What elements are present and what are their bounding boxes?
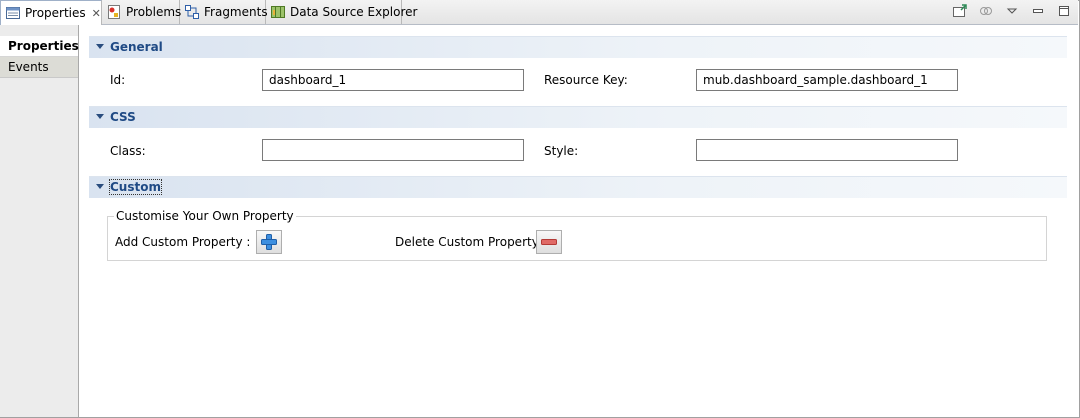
remove-icon [541, 239, 557, 245]
link-icon[interactable] [978, 3, 994, 19]
expand-twistie-icon[interactable] [96, 184, 104, 189]
tab-properties[interactable]: Properties ✕ [0, 0, 102, 25]
pin-view-icon[interactable] [952, 3, 968, 19]
section-css-header[interactable]: CSS [89, 106, 1067, 128]
tab-fragments[interactable]: Fragments [180, 0, 268, 24]
tab-label: Problems [126, 5, 182, 19]
add-custom-property-button[interactable] [256, 230, 282, 254]
style-label: Style: [544, 144, 579, 158]
id-label: Id: [110, 73, 126, 87]
maximize-icon[interactable] [1056, 3, 1072, 19]
class-label: Class: [110, 144, 146, 158]
delete-custom-property-label: Delete Custom Property : [395, 235, 547, 249]
fragments-icon [184, 4, 200, 20]
delete-custom-property-button[interactable] [536, 230, 562, 254]
tab-label: Data Source Explorer [290, 5, 418, 19]
section-title[interactable]: Custom [109, 179, 162, 195]
resource-key-field[interactable]: mub.dashboard_sample.dashboard_1 [696, 69, 958, 91]
expand-twistie-icon[interactable] [96, 44, 104, 49]
tab-data-source-explorer[interactable]: Data Source Explorer [266, 0, 417, 24]
view-menu-icon[interactable] [1004, 3, 1020, 19]
add-custom-property-label: Add Custom Property : [115, 235, 251, 249]
minimize-icon[interactable] [1030, 3, 1046, 19]
close-icon[interactable]: ✕ [92, 7, 101, 20]
view-toolbar [952, 3, 1072, 19]
tab-problems[interactable]: Problems [102, 0, 182, 24]
section-custom-header[interactable]: Custom [89, 176, 1067, 198]
class-field[interactable] [262, 139, 524, 161]
section-general-header[interactable]: General [89, 36, 1067, 58]
add-icon [261, 234, 277, 250]
properties-sidebar: Properties Events [0, 25, 79, 417]
tab-label: Properties [25, 6, 86, 20]
sidebar-item-events[interactable]: Events [0, 57, 78, 78]
id-field[interactable]: dashboard_1 [262, 69, 524, 91]
view-tab-bar: Properties ✕ Problems Fragments Data Sou… [0, 0, 1078, 25]
problems-icon [106, 4, 122, 20]
section-title[interactable]: CSS [110, 110, 136, 124]
sidebar-item-properties[interactable]: Properties [0, 36, 79, 57]
resource-key-label: Resource Key: [544, 73, 628, 87]
style-field[interactable] [696, 139, 958, 161]
tab-label: Fragments [204, 5, 268, 19]
group-title: Customise Your Own Property [114, 209, 296, 223]
data-source-explorer-icon [270, 4, 286, 20]
properties-icon [5, 5, 21, 21]
section-title[interactable]: General [110, 40, 163, 54]
expand-twistie-icon[interactable] [96, 114, 104, 119]
